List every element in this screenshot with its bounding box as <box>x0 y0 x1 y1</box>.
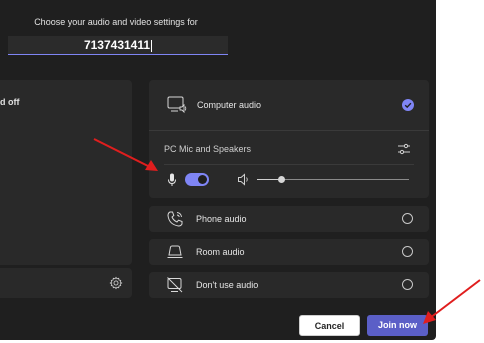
settings-subtitle: Choose your audio and video settings for <box>34 17 198 27</box>
computer-audio-card[interactable]: Computer audio PC Mic and Speakers <box>149 80 429 198</box>
computer-speaker-icon <box>167 96 187 114</box>
mic-toggle[interactable] <box>185 173 209 186</box>
option-label: Don't use audio <box>196 280 259 290</box>
text-caret <box>151 39 153 52</box>
pre-join-panel: Choose your audio and video settings for… <box>0 0 436 340</box>
sliders-icon[interactable] <box>397 143 411 155</box>
join-now-button[interactable]: Join now <box>367 315 428 336</box>
gear-icon[interactable] <box>109 276 123 290</box>
video-controls-bar <box>0 268 132 298</box>
computer-audio-option[interactable]: Computer audio <box>149 80 429 131</box>
volume-slider[interactable] <box>257 176 409 183</box>
meeting-id-field[interactable]: 7137431411 <box>8 36 228 55</box>
no-audio-option[interactable]: Don't use audio <box>149 272 429 298</box>
no-audio-icon <box>167 277 183 293</box>
device-divider <box>164 164 414 165</box>
video-status-text: d off <box>0 97 20 107</box>
volume-thumb[interactable] <box>278 176 285 183</box>
video-preview <box>0 80 132 265</box>
phone-audio-option[interactable]: Phone audio <box>149 206 429 232</box>
microphone-icon <box>168 173 176 186</box>
option-label: Phone audio <box>196 214 247 224</box>
room-audio-option[interactable]: Room audio <box>149 239 429 265</box>
computer-audio-label: Computer audio <box>197 100 262 110</box>
audio-device-label: PC Mic and Speakers <box>164 144 252 154</box>
phone-icon <box>167 211 183 227</box>
option-radio[interactable] <box>402 279 413 290</box>
cancel-button[interactable]: Cancel <box>299 315 360 336</box>
room-icon <box>167 245 183 258</box>
meeting-id-text: 7137431411 <box>83 38 151 52</box>
toggle-knob <box>198 175 207 184</box>
option-radio[interactable] <box>402 246 413 257</box>
option-label: Room audio <box>196 247 245 257</box>
selected-check-icon <box>402 99 414 111</box>
screenshot-canvas: Choose your audio and video settings for… <box>0 0 484 343</box>
option-radio[interactable] <box>402 213 413 224</box>
speaker-icon <box>238 173 248 186</box>
